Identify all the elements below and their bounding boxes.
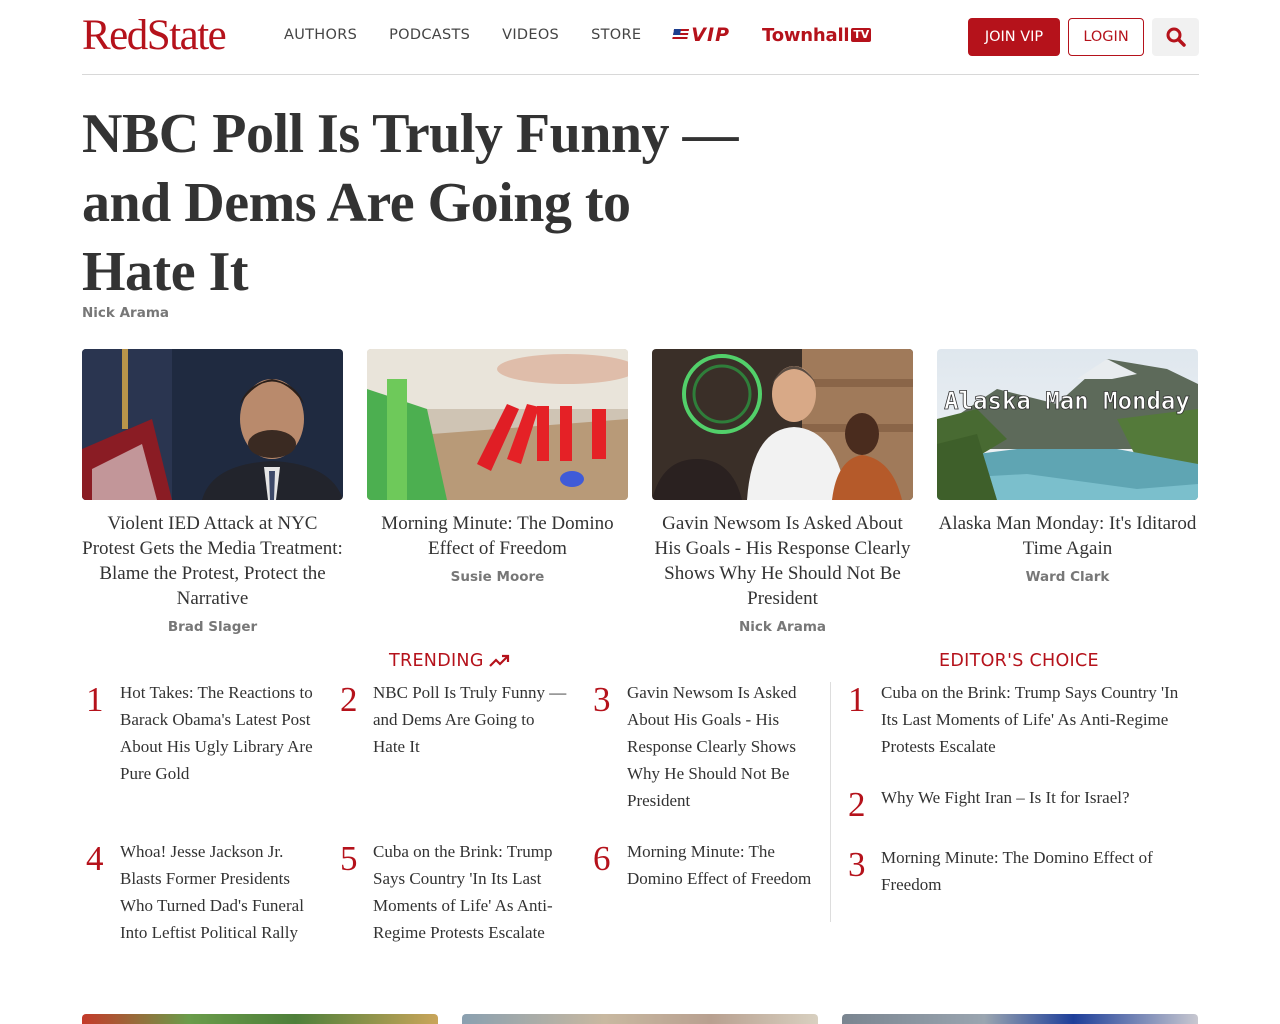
card-author[interactable]: Brad Slager [82, 619, 343, 635]
bottom-card-image[interactable] [842, 1014, 1198, 1024]
site-header: RedState AUTHORS PODCASTS VIDEOS STORE V… [82, 0, 1199, 75]
join-vip-button[interactable]: JOIN VIP [968, 18, 1060, 56]
card-image[interactable] [82, 349, 343, 500]
card-title[interactable]: Gavin Newsom Is Asked About His Goals - … [652, 511, 913, 611]
nav-townhall-tv[interactable]: Townhall TV [762, 24, 872, 46]
card-author[interactable]: Ward Clark [937, 569, 1198, 585]
article-card: Violent IED Attack at NYC Protest Gets t… [82, 349, 343, 635]
editors-choice-rank: 3 [848, 845, 866, 884]
bottom-card-image[interactable] [82, 1014, 438, 1024]
card-image-text: Alaska Man Monday [944, 387, 1190, 415]
trending-rank: 1 [86, 680, 104, 719]
card-author[interactable]: Susie Moore [367, 569, 628, 585]
trending-rank: 2 [340, 680, 358, 719]
logo-text-state: State [146, 12, 227, 59]
card-title[interactable]: Alaska Man Monday: It's Iditarod Time Ag… [937, 511, 1198, 561]
trending-rank: 6 [593, 839, 611, 878]
card-image[interactable] [367, 349, 628, 500]
card-title[interactable]: Violent IED Attack at NYC Protest Gets t… [82, 511, 343, 611]
editors-choice-item[interactable]: Why We Fight Iran – Is It for Israel? [881, 784, 1199, 811]
trending-rank: 5 [340, 839, 358, 878]
article-card: Alaska Man Monday Alaska Man Monday: It'… [937, 349, 1198, 585]
trending-item[interactable]: Whoa! Jesse Jackson Jr. Blasts Former Pr… [120, 838, 315, 946]
townhall-label: Townhall [762, 24, 850, 46]
editors-choice-rank: 2 [848, 785, 866, 824]
site-logo[interactable]: RedState [82, 12, 227, 60]
tv-badge: TV [851, 28, 872, 42]
login-button[interactable]: LOGIN [1068, 18, 1144, 56]
card-image[interactable] [652, 349, 913, 500]
bottom-card-image[interactable] [462, 1014, 818, 1024]
section-divider [830, 682, 831, 922]
search-icon [1166, 27, 1186, 47]
editors-choice-rank: 1 [848, 680, 866, 719]
card-author[interactable]: Nick Arama [652, 619, 913, 635]
nav-videos[interactable]: VIDEOS [502, 24, 559, 46]
trending-item[interactable]: Hot Takes: The Reactions to Barack Obama… [120, 679, 320, 787]
article-card: Gavin Newsom Is Asked About His Goals - … [652, 349, 913, 635]
card-title[interactable]: Morning Minute: The Domino Effect of Fre… [367, 511, 628, 561]
trending-heading: TRENDING [389, 651, 511, 671]
vip-label: VIP [691, 24, 730, 46]
editors-choice-item[interactable]: Morning Minute: The Domino Effect of Fre… [881, 844, 1199, 898]
logo-text-red: Red [82, 12, 148, 59]
trending-rank: 3 [593, 680, 611, 719]
nav-podcasts[interactable]: PODCASTS [389, 24, 470, 46]
trending-item[interactable]: Morning Minute: The Domino Effect of Fre… [627, 838, 817, 892]
us-flag-icon [672, 29, 690, 41]
editors-choice-item[interactable]: Cuba on the Brink: Trump Says Country 'I… [881, 679, 1199, 760]
main-nav: AUTHORS PODCASTS VIDEOS STORE VIP Townha… [284, 24, 872, 46]
nav-authors[interactable]: AUTHORS [284, 24, 357, 46]
trending-item[interactable]: Gavin Newsom Is Asked About His Goals - … [627, 679, 817, 814]
trending-rank: 4 [86, 839, 104, 878]
nav-vip[interactable]: VIP [672, 24, 730, 46]
search-button[interactable] [1152, 18, 1199, 56]
article-card: Morning Minute: The Domino Effect of Fre… [367, 349, 628, 585]
editors-choice-heading: EDITOR'S CHOICE [939, 651, 1099, 671]
trending-item[interactable]: Cuba on the Brink: Trump Says Country 'I… [373, 838, 568, 946]
trending-title: TRENDING [389, 651, 484, 671]
trending-item[interactable]: NBC Poll Is Truly Funny — and Dems Are G… [373, 679, 568, 760]
trending-arrow-icon [488, 654, 509, 667]
card-image[interactable]: Alaska Man Monday [937, 349, 1198, 500]
nav-store[interactable]: STORE [591, 24, 641, 46]
headline-author[interactable]: Nick Arama [82, 305, 169, 321]
headline-title[interactable]: NBC Poll Is Truly Funny — and Dems Are G… [82, 100, 742, 307]
